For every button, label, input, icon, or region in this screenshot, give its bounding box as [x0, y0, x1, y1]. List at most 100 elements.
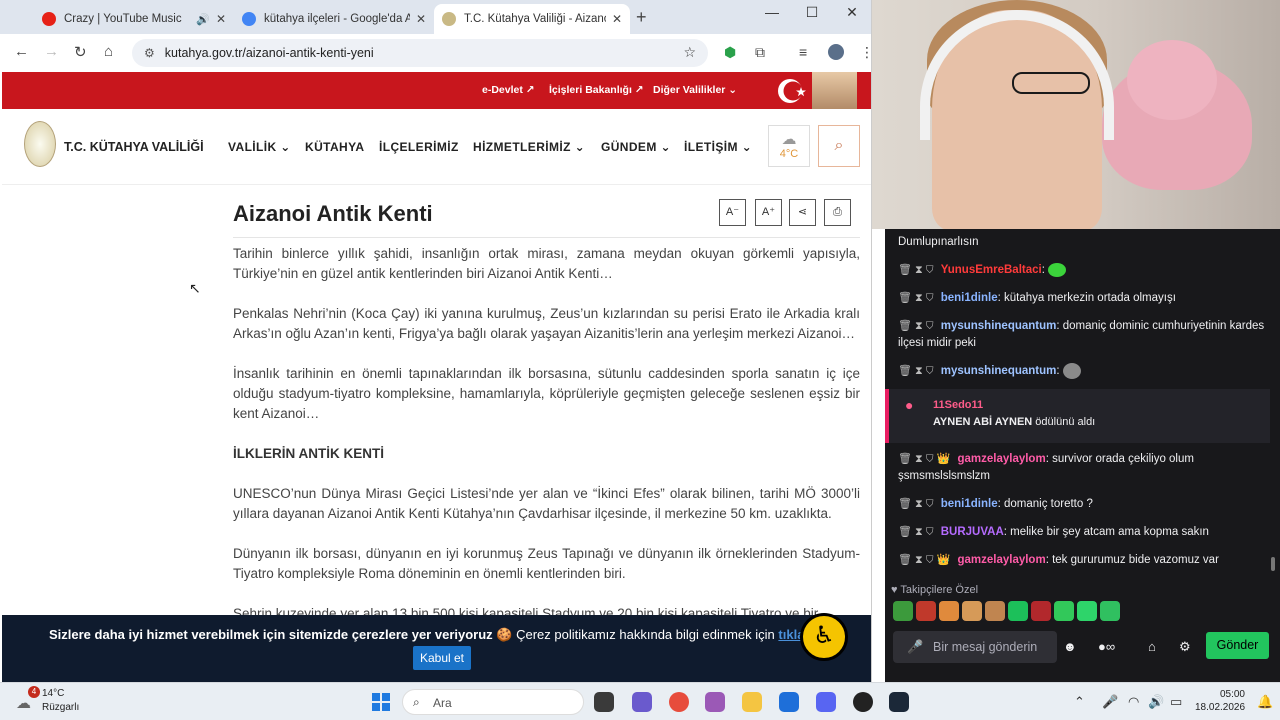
shield-extension-icon[interactable]: ⬢ — [724, 44, 736, 61]
close-tab-icon[interactable]: ✕ — [612, 12, 622, 26]
tab-title: Crazy | YouTube Music — [64, 13, 182, 25]
paragraph: Tarihin binlerce yıllık şahidi, insanlığ… — [233, 246, 860, 281]
task-view-icon[interactable] — [594, 692, 614, 712]
store-app-icon[interactable] — [779, 692, 799, 712]
nav-valilik[interactable]: VALİLİK ⌄ — [228, 140, 291, 154]
nav-ilcelerimiz[interactable]: İLÇELERİMİZ — [379, 140, 459, 154]
title-divider — [233, 237, 860, 238]
close-tab-icon[interactable]: ✕ — [416, 12, 426, 26]
media-controls-icon[interactable]: ≡ — [799, 44, 807, 60]
bookmark-star-icon[interactable]: ☆ — [683, 44, 696, 61]
article-body: Tarihin binlerce yıllık şahidi, insanlığ… — [233, 244, 860, 620]
stream-chat: Dumlupınarlısın 🗑 ⧗ ⛉ YunusEmreBaltaci: 🗑… — [885, 229, 1280, 682]
nav-gundem[interactable]: GÜNDEM ⌄ — [601, 140, 671, 154]
emote[interactable] — [1100, 601, 1120, 621]
home-icon[interactable]: ⌂ — [104, 43, 113, 60]
extensions-icon[interactable]: ⧉ — [755, 44, 765, 61]
accessibility-icon[interactable]: ♿ — [800, 613, 848, 661]
emote[interactable] — [916, 601, 936, 621]
tab-title: T.C. Kütahya Valiliği - Aizanoi A — [464, 13, 606, 25]
microphone-tray-icon[interactable]: 🎤 — [1102, 694, 1118, 710]
clock[interactable]: 05:00 18.02.2026 — [1195, 688, 1245, 714]
valilik-logo[interactable] — [24, 121, 56, 167]
weather-widget[interactable]: ☁ 4°C — [768, 125, 810, 167]
chrome-app-icon[interactable] — [669, 692, 689, 712]
emote[interactable] — [939, 601, 959, 621]
browser-window: Crazy | YouTube Music 🔊 ✕ kütahya ilçele… — [0, 0, 872, 682]
reload-icon[interactable]: ↻ — [74, 43, 87, 61]
site-brand[interactable]: T.C. KÜTAHYA VALİLİĞİ — [64, 140, 204, 154]
notifications-icon[interactable]: 🔔 — [1257, 694, 1273, 710]
chat-message: 🗑 ⧗ ⛉ beni1dinle: domaniç toretto ? — [898, 498, 1093, 510]
volume-icon[interactable]: 🔊 — [1148, 694, 1164, 710]
maximize-icon[interactable]: ☐ — [792, 4, 832, 21]
increase-font-button[interactable]: A⁺ — [755, 199, 782, 226]
store-icon[interactable]: ⌂ — [1148, 639, 1156, 654]
nav-hizmetlerimiz[interactable]: HİZMETLERİMİZ ⌄ — [473, 140, 585, 154]
emote[interactable] — [1054, 601, 1074, 621]
emote — [1048, 262, 1067, 277]
microphone-icon[interactable]: 🎤 — [907, 639, 923, 655]
file-explorer-icon[interactable] — [742, 692, 762, 712]
icisleri-link[interactable]: İçişleri Bakanlığı ↗ — [549, 84, 644, 96]
window-controls: — ☐ ✕ — [752, 4, 871, 21]
search-icon: ⌕ — [413, 695, 420, 709]
emote[interactable] — [985, 601, 1005, 621]
speaker-icon[interactable]: 🔊 — [196, 13, 210, 26]
site-info-icon[interactable]: ⚙ — [144, 46, 155, 60]
accept-cookies-button[interactable]: Kabul et — [413, 646, 471, 670]
tab-youtube-music[interactable]: Crazy | YouTube Music 🔊 ✕ — [34, 4, 234, 34]
menu-kebab-icon[interactable]: ⋮ — [860, 44, 871, 61]
minimize-icon[interactable]: — — [752, 4, 792, 21]
clock-time: 05:00 — [1219, 689, 1245, 700]
tab-kutahya-valiligi[interactable]: T.C. Kütahya Valiliği - Aizanoi A ✕ — [434, 4, 630, 34]
address-bar[interactable]: ⚙ kutahya.gov.tr/aizanoi-antik-kenti-yen… — [132, 39, 708, 67]
channel-points-icon[interactable]: ●∞ — [1098, 639, 1115, 654]
new-tab-icon[interactable]: + — [636, 7, 647, 28]
paragraph: İnsanlık tarihinin en önemli tapınakları… — [233, 366, 860, 421]
battery-icon[interactable]: ▭ — [1170, 694, 1182, 710]
share-icon[interactable]: ⋖ — [789, 199, 816, 226]
emote[interactable] — [1031, 601, 1051, 621]
edevlet-link[interactable]: e-Devlet ↗ — [482, 84, 535, 96]
chat-message: Dumlupınarlısın — [898, 236, 979, 248]
site-search-button[interactable]: ⌕ — [818, 125, 860, 167]
close-window-icon[interactable]: ✕ — [832, 4, 871, 21]
google-icon — [242, 12, 256, 26]
emote[interactable] — [1008, 601, 1028, 621]
taskbar-temp: 14°C — [42, 688, 65, 699]
back-icon[interactable]: ← — [14, 43, 29, 60]
cookie-message: Sizlere daha iyi hizmet verebilmek için … — [49, 627, 823, 643]
close-tab-icon[interactable]: ✕ — [216, 12, 226, 26]
settings-gear-icon[interactable]: ⚙ — [1179, 639, 1191, 655]
turkish-flag-icon — [778, 79, 806, 103]
chat-scrollbar[interactable] — [1271, 557, 1275, 571]
wifi-icon[interactable]: ◠ — [1128, 694, 1139, 710]
nav-iletisim[interactable]: İLETİŞİM ⌄ — [684, 140, 752, 154]
profile-avatar[interactable] — [828, 44, 844, 60]
emoji-icon[interactable]: ☻ — [1063, 639, 1077, 654]
chat-input[interactable]: 🎤 Bir mesaj gönderin ☻ — [893, 631, 1077, 663]
tab-google-search[interactable]: kütahya ilçeleri - Google'da Ara ✕ — [234, 4, 434, 34]
send-button[interactable]: Gönder — [1206, 632, 1269, 659]
emote[interactable] — [962, 601, 982, 621]
nav-kutahya[interactable]: KÜTAHYA — [305, 140, 364, 154]
emote[interactable] — [1077, 601, 1097, 621]
webcam-overlay — [872, 0, 1280, 229]
decrease-font-button[interactable]: A⁻ — [719, 199, 746, 226]
discord-app-icon[interactable] — [816, 692, 836, 712]
diger-valilikler-link[interactable]: Diğer Valilikler ⌄ — [653, 84, 737, 96]
steam-app-icon[interactable] — [889, 692, 909, 712]
notification-badge: 4 — [28, 686, 40, 698]
tab-title: kütahya ilçeleri - Google'da Ara — [264, 13, 410, 25]
print-icon[interactable]: ⎙ — [824, 199, 851, 226]
copilot-app-icon[interactable] — [632, 692, 652, 712]
copilot-icon[interactable] — [705, 692, 725, 712]
url-text: kutahya.gov.tr/aizanoi-antik-kenti-yeni — [164, 46, 374, 60]
taskbar-search[interactable]: ⌕ Ara — [402, 689, 584, 715]
start-button[interactable] — [372, 693, 390, 711]
forward-icon[interactable]: → — [44, 43, 59, 60]
emote[interactable] — [893, 601, 913, 621]
obs-app-icon[interactable] — [853, 692, 873, 712]
show-hidden-icons[interactable]: ⌃ — [1074, 694, 1085, 710]
